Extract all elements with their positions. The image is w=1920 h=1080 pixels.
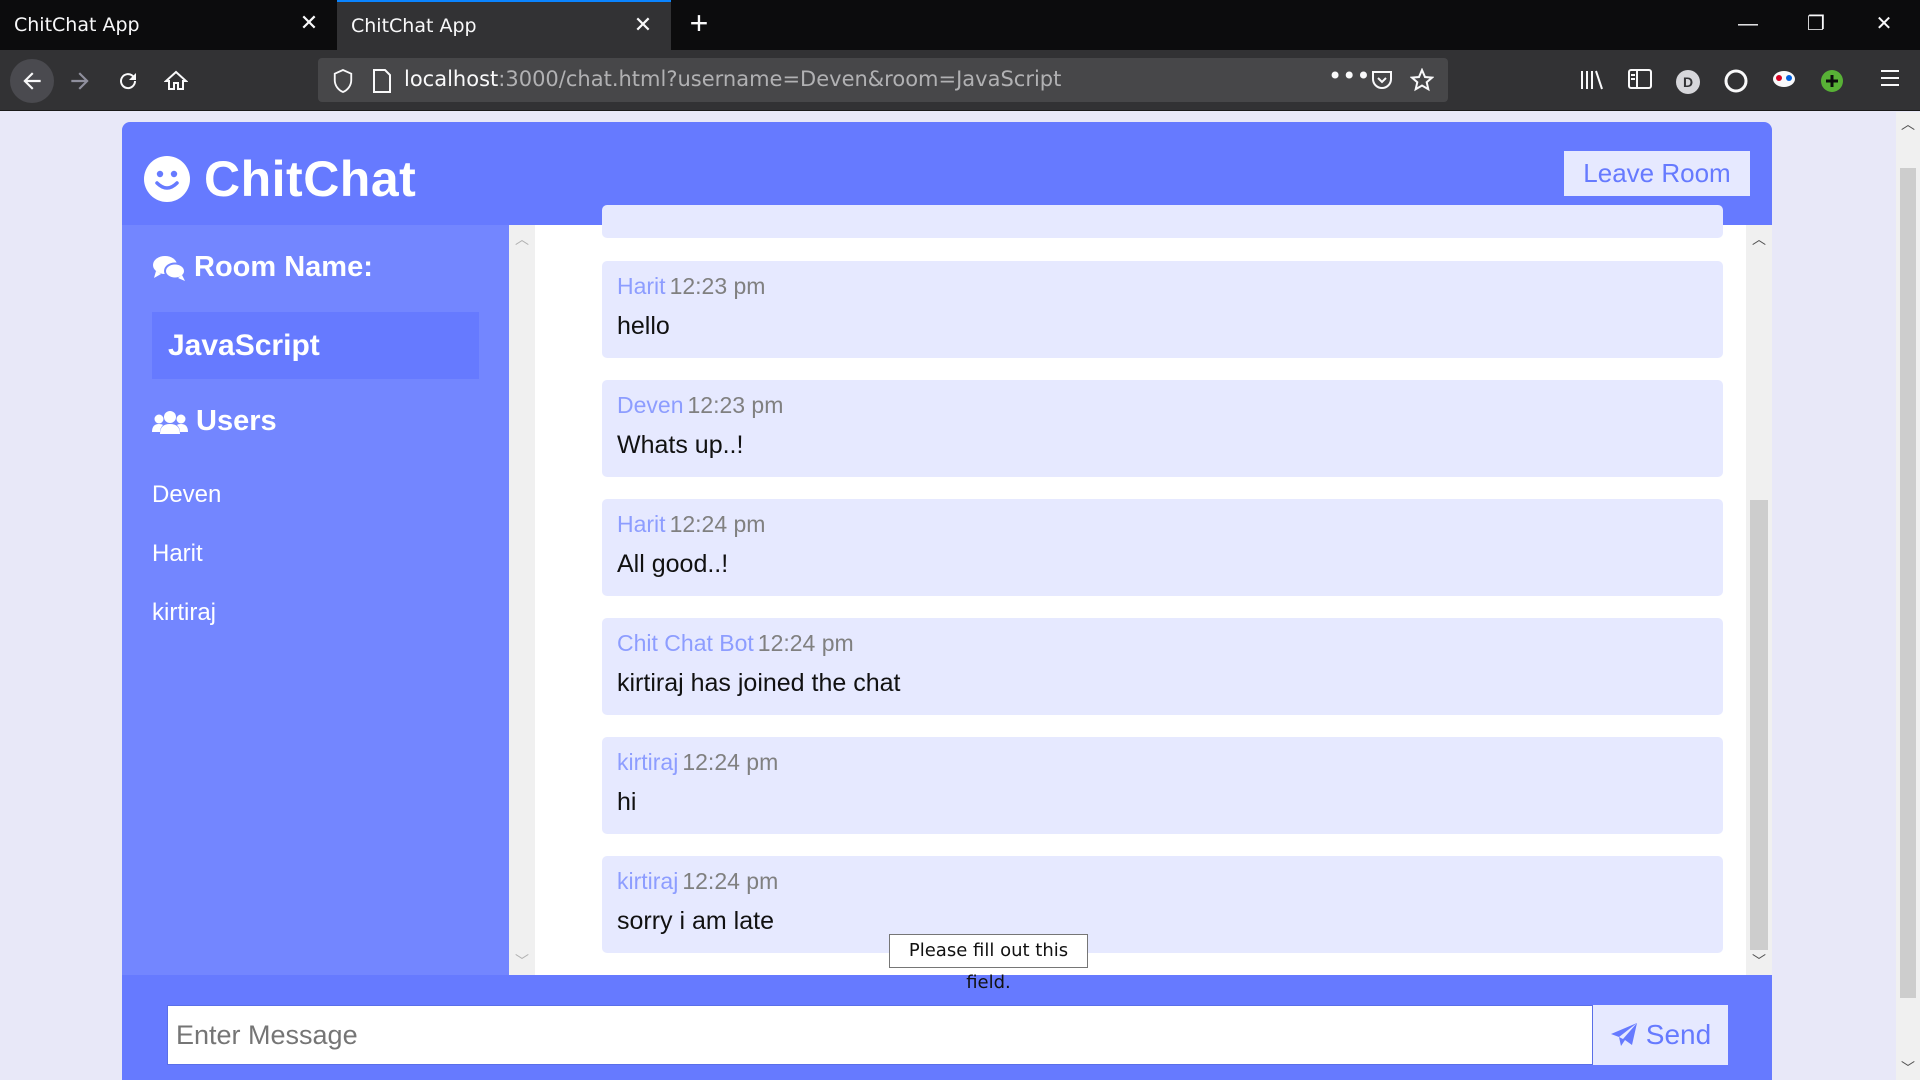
add-extension-icon[interactable] <box>1818 68 1846 96</box>
message-username: kirtiraj <box>617 868 679 894</box>
page-scrollbar-thumb[interactable] <box>1900 168 1916 998</box>
message-text: hello <box>617 312 670 340</box>
message-time: 12:24 pm <box>669 511 766 537</box>
leave-room-button[interactable]: Leave Room <box>1564 151 1750 196</box>
message-username: Deven <box>617 392 684 418</box>
users-heading: Users <box>152 405 277 438</box>
extension-mask-icon[interactable] <box>1770 68 1798 96</box>
send-label: Send <box>1645 1019 1712 1050</box>
sidebar-toggle-icon[interactable] <box>1626 68 1654 96</box>
profile-avatar-icon[interactable]: D <box>1674 68 1702 96</box>
shield-icon[interactable] <box>332 68 358 94</box>
chat-form: Send <box>122 975 1772 1080</box>
browser-tab-active[interactable]: ChitChat App ✕ <box>337 0 671 50</box>
hamburger-menu-icon[interactable] <box>1876 68 1904 96</box>
message-time: 12:24 pm <box>682 868 779 894</box>
chat-sidebar: Room Name: JavaScript Users Deven Harit … <box>122 225 509 975</box>
scroll-down-icon[interactable]: ﹀ <box>509 951 535 971</box>
pocket-icon[interactable] <box>1370 68 1396 94</box>
message-time: 12:23 pm <box>687 392 784 418</box>
room-heading-label: Room Name: <box>194 251 373 283</box>
message: Deven 12:23 pm Whats up..! <box>602 380 1723 477</box>
close-icon[interactable]: ✕ <box>297 12 321 36</box>
scroll-up-icon[interactable]: ︿ <box>1746 229 1772 249</box>
message-partial <box>602 205 1723 238</box>
message: kirtiraj 12:24 pm hi <box>602 737 1723 834</box>
message-input[interactable] <box>167 1005 1593 1065</box>
library-icon[interactable] <box>1578 68 1606 96</box>
message: Harit 12:24 pm All good..! <box>602 499 1723 596</box>
page-scrollbar[interactable]: ︿ ﹀ <box>1896 112 1920 1080</box>
scroll-down-icon[interactable]: ﹀ <box>1896 1056 1920 1080</box>
comments-icon <box>153 255 186 281</box>
app-title: ChitChat <box>204 151 417 207</box>
more-actions-icon[interactable]: ••• <box>1328 62 1370 90</box>
message-username: Harit <box>617 273 666 299</box>
svg-text:D: D <box>1683 74 1693 90</box>
home-icon[interactable] <box>158 63 194 99</box>
close-icon[interactable]: ✕ <box>631 14 655 38</box>
browser-tab[interactable]: ChitChat App ✕ <box>0 0 337 50</box>
paper-plane-icon <box>1610 1023 1637 1046</box>
message-text: hi <box>617 788 637 816</box>
extension-icon[interactable] <box>1722 68 1750 96</box>
bookmark-star-icon[interactable] <box>1409 67 1436 94</box>
users-heading-label: Users <box>196 405 277 437</box>
messages-scrollbar[interactable]: ︿ ﹀ <box>1746 225 1772 975</box>
message: kirtiraj 12:24 pm sorry i am late <box>602 856 1723 953</box>
message-time: 12:23 pm <box>669 273 766 299</box>
browser-tab-bar: ChitChat App ✕ ChitChat App ✕ + — ❐ ✕ <box>0 0 1920 50</box>
browser-nav-bar: localhost:3000/chat.html?username=Deven&… <box>0 50 1920 111</box>
message-text: Whats up..! <box>617 431 744 459</box>
new-tab-plus-icon[interactable]: + <box>684 7 714 39</box>
smile-icon <box>144 156 190 202</box>
window-close-icon[interactable]: ✕ <box>1850 0 1918 50</box>
messages-scrollbar-thumb[interactable] <box>1750 500 1768 950</box>
message-text: sorry i am late <box>617 907 774 935</box>
minimize-icon[interactable]: — <box>1714 0 1782 50</box>
message: Chit Chat Bot 12:24 pm kirtiraj has joine… <box>602 618 1723 715</box>
scroll-up-icon[interactable]: ︿ <box>509 229 535 249</box>
restore-icon[interactable]: ❐ <box>1782 0 1850 50</box>
url-bar[interactable]: localhost:3000/chat.html?username=Deven&… <box>318 58 1448 102</box>
message-text: kirtiraj has joined the chat <box>617 669 901 697</box>
message-time: 12:24 pm <box>682 749 779 775</box>
reload-icon[interactable] <box>110 63 146 99</box>
tab-title: ChitChat App <box>14 14 140 36</box>
user-list-item: Deven <box>152 481 222 508</box>
room-heading: Room Name: <box>152 251 373 284</box>
page-icon <box>372 68 398 94</box>
users-icon <box>152 410 188 434</box>
chat-messages[interactable]: ︿ ﹀ Harit 12:23 pm hello Deven 12:23 pm Wh… <box>509 205 1772 975</box>
tab-title: ChitChat App <box>351 15 477 37</box>
room-name: JavaScript <box>152 312 479 379</box>
scroll-down-icon[interactable]: ﹀ <box>1746 951 1772 971</box>
validation-tooltip: Please fill out this field. <box>889 934 1088 993</box>
send-button[interactable]: Send <box>1593 1005 1728 1065</box>
messages-scrollbar-left[interactable]: ︿ ﹀ <box>509 225 535 975</box>
user-list-item: kirtiraj <box>152 599 216 626</box>
message-time: 12:24 pm <box>757 630 854 656</box>
back-arrow-icon[interactable] <box>10 59 54 103</box>
message-text: All good..! <box>617 550 729 578</box>
forward-arrow-icon[interactable] <box>62 63 98 99</box>
message-username: Harit <box>617 511 666 537</box>
user-list-item: Harit <box>152 540 203 567</box>
message-username: Chit Chat Bot <box>617 630 754 656</box>
message-username: kirtiraj <box>617 749 679 775</box>
scroll-up-icon[interactable]: ︿ <box>1896 112 1920 136</box>
url-text[interactable]: localhost:3000/chat.html?username=Deven&… <box>404 67 1061 91</box>
logo: ChitChat <box>144 150 416 208</box>
message: Harit 12:23 pm hello <box>602 261 1723 358</box>
